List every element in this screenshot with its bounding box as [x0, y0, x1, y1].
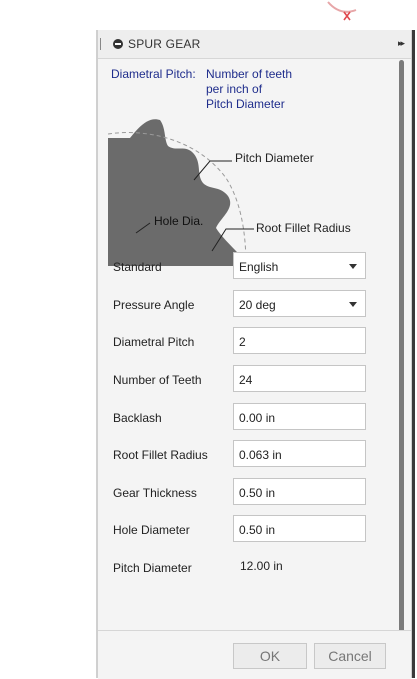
pressure-angle-value: 20 deg	[239, 298, 276, 312]
spur-gear-dialog: SPUR GEAR ▸▸ Diametral Pitch: Number of …	[97, 30, 412, 679]
hole-diameter-input[interactable]: 0.50 in	[233, 515, 366, 542]
pitch-diameter-label: Pitch Diameter	[235, 151, 314, 165]
backlash-input[interactable]: 0.00 in	[233, 403, 366, 430]
root-fillet-radius-label: Root Fillet Radius	[256, 221, 351, 235]
cancel-button[interactable]: Cancel	[314, 643, 386, 669]
root-fillet-radius-field-label: Root Fillet Radius	[113, 448, 208, 462]
pitch-diameter-field-label: Pitch Diameter	[113, 561, 192, 575]
info-line: Number of teeth	[206, 67, 293, 81]
command-icon	[113, 39, 123, 49]
axis-triad-icon	[327, 1, 357, 21]
pitch-diameter-value: 12.00 in	[240, 559, 283, 573]
expand-icon[interactable]: ▸▸	[398, 38, 405, 49]
scrollbar[interactable]	[398, 60, 406, 640]
info-line: Pitch Diameter	[206, 97, 285, 111]
hole-dia-label: Hole Dia.	[154, 214, 204, 228]
standard-value: English	[239, 260, 279, 274]
standard-label: Standard	[113, 260, 162, 274]
info-description: Number of teeth per inch of Pitch Diamet…	[206, 67, 292, 112]
chevron-down-icon	[349, 302, 357, 307]
backlash-label: Backlash	[113, 411, 162, 425]
diametral-pitch-input[interactable]: 2	[233, 327, 366, 354]
chevron-down-icon	[349, 264, 357, 269]
scrollbar-thumb[interactable]	[399, 60, 404, 640]
root-fillet-radius-input[interactable]: 0.063 in	[233, 440, 366, 467]
dialog-title: SPUR GEAR	[128, 37, 201, 51]
drag-handle-icon[interactable]	[100, 38, 103, 50]
info-label: Diametral Pitch:	[111, 67, 196, 81]
gear-diagram-graphic	[107, 119, 254, 267]
number-of-teeth-label: Number of Teeth	[113, 373, 202, 387]
gear-thickness-label: Gear Thickness	[113, 486, 197, 500]
dialog-titlebar[interactable]: SPUR GEAR ▸▸	[98, 30, 411, 59]
gear-thickness-input[interactable]: 0.50 in	[233, 478, 366, 505]
dialog-footer: OK Cancel	[98, 630, 411, 679]
gear-shape	[108, 119, 250, 266]
pressure-angle-select[interactable]: 20 deg	[233, 290, 366, 317]
hole-diameter-label: Hole Diameter	[113, 523, 190, 537]
pressure-angle-label: Pressure Angle	[113, 298, 195, 312]
number-of-teeth-input[interactable]: 24	[233, 365, 366, 392]
ok-button[interactable]: OK	[233, 643, 307, 669]
diametral-pitch-label: Diametral Pitch	[113, 335, 195, 349]
standard-select[interactable]: English	[233, 252, 366, 279]
gear-diagram: Pitch Diameter Hole Dia. Root Fillet Rad…	[107, 118, 378, 267]
info-line: per inch of	[206, 82, 263, 96]
